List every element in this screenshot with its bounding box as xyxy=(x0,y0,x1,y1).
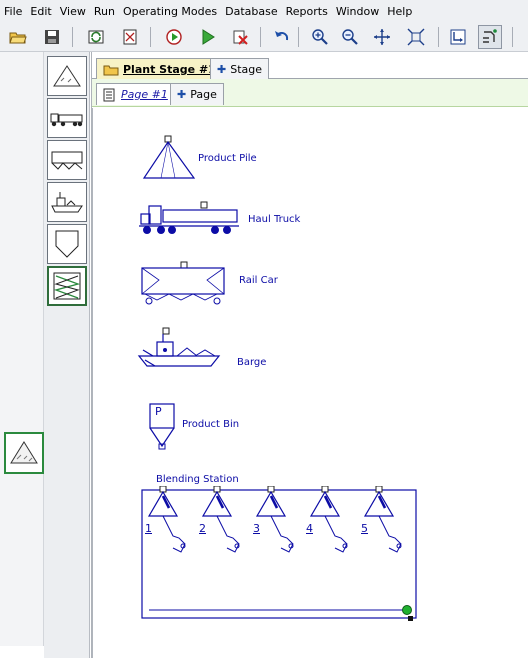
tab-plant-stage-1[interactable]: Plant Stage #1 xyxy=(96,58,223,80)
blend-number-4: 4 xyxy=(306,522,313,535)
menu-edit[interactable]: Edit xyxy=(26,0,55,23)
blend-pile[interactable] xyxy=(309,486,348,553)
product-pile-icon xyxy=(10,441,38,464)
product-pile-label: Product Pile xyxy=(198,153,257,164)
blend-pile[interactable] xyxy=(147,486,186,553)
product-bin-label: Product Bin xyxy=(182,419,240,430)
selected-tool-product-pile[interactable] xyxy=(4,432,44,474)
menu-run[interactable]: Run xyxy=(90,0,119,23)
layout-icon[interactable] xyxy=(478,25,502,49)
blend-pile[interactable] xyxy=(255,486,294,553)
menu-operating-modes[interactable]: Operating Modes xyxy=(119,0,221,23)
calculate-icon[interactable] xyxy=(118,25,142,49)
haul-truck-label: Haul Truck xyxy=(248,214,301,225)
product-pile-icon xyxy=(53,65,81,87)
blend-number-1: 1 xyxy=(145,522,152,535)
menu-database[interactable]: Database xyxy=(221,0,282,23)
page-icon xyxy=(103,88,115,101)
tab-label: Stage xyxy=(230,63,263,76)
blend-number-3: 3 xyxy=(253,522,260,535)
save-icon[interactable] xyxy=(40,25,64,49)
rail-car-node[interactable] xyxy=(139,260,227,306)
barge-label: Barge xyxy=(237,357,267,368)
tab-add-page[interactable]: ✚ Page xyxy=(170,83,224,105)
product-bin-icon xyxy=(55,230,79,258)
page-tab-bar: Page #1 ✚ Page xyxy=(92,79,528,107)
rail-car-tool[interactable] xyxy=(47,140,87,180)
diagram-canvas[interactable]: Product Pile Haul Truck Rail Car Barge P… xyxy=(92,108,528,658)
fit-icon[interactable] xyxy=(404,25,428,49)
tab-add-stage[interactable]: ✚ Stage xyxy=(210,58,270,80)
barge-tool[interactable] xyxy=(47,182,87,222)
menu-bar: File Edit View Run Operating Modes Datab… xyxy=(0,0,528,23)
haul-truck-node[interactable] xyxy=(137,200,241,236)
haul-truck-icon xyxy=(50,113,83,127)
refresh-icon[interactable] xyxy=(84,25,108,49)
play-icon[interactable] xyxy=(196,25,220,49)
tab-label: Page #1 xyxy=(121,88,168,101)
folder-icon xyxy=(103,65,119,76)
rail-car-icon xyxy=(51,151,83,170)
component-palette xyxy=(44,52,90,658)
barge-node[interactable] xyxy=(137,326,221,372)
blending-station-icon xyxy=(53,272,81,300)
clear-icon[interactable] xyxy=(228,25,252,49)
product-bin-node[interactable] xyxy=(147,402,177,450)
plus-icon: ✚ xyxy=(217,63,227,76)
zoom-out-icon[interactable] xyxy=(338,25,362,49)
open-folder-icon[interactable] xyxy=(6,25,30,49)
play-record-icon[interactable] xyxy=(162,25,186,49)
toolbar xyxy=(0,23,528,52)
menu-reports[interactable]: Reports xyxy=(282,0,332,23)
left-panel xyxy=(0,52,44,646)
blend-pile[interactable] xyxy=(201,486,240,553)
haul-truck-tool[interactable] xyxy=(47,98,87,138)
plus-icon: ✚ xyxy=(177,88,187,101)
product-pile-tool[interactable] xyxy=(47,56,87,96)
menu-file[interactable]: File xyxy=(0,0,26,23)
blending-station-tool[interactable] xyxy=(47,266,87,306)
product-pile-node[interactable] xyxy=(141,134,197,182)
tab-page-1[interactable]: Page #1 xyxy=(96,83,175,105)
tab-label: Plant Stage #1 xyxy=(123,63,216,76)
main-content: Plant Stage #1 ✚ Stage Page #1 ✚ Page Pr… xyxy=(91,52,528,658)
menu-view[interactable]: View xyxy=(56,0,90,23)
zoom-in-icon[interactable] xyxy=(308,25,332,49)
barge-icon xyxy=(51,192,83,213)
undo-icon[interactable] xyxy=(270,25,294,49)
menu-window[interactable]: Window xyxy=(332,0,383,23)
menu-help[interactable]: Help xyxy=(383,0,416,23)
blend-pile[interactable] xyxy=(363,486,402,553)
route-icon[interactable] xyxy=(446,25,470,49)
stage-tab-bar: Plant Stage #1 ✚ Stage xyxy=(92,55,528,80)
blending-station-label: Blending Station xyxy=(156,474,239,485)
blend-number-5: 5 xyxy=(361,522,368,535)
tab-label: Page xyxy=(190,88,217,101)
pan-icon[interactable] xyxy=(370,25,394,49)
product-bin-letter: P xyxy=(155,405,162,418)
blending-station-node[interactable] xyxy=(141,486,421,622)
rail-car-label: Rail Car xyxy=(239,275,278,286)
product-bin-tool[interactable] xyxy=(47,224,87,264)
blend-number-2: 2 xyxy=(199,522,206,535)
